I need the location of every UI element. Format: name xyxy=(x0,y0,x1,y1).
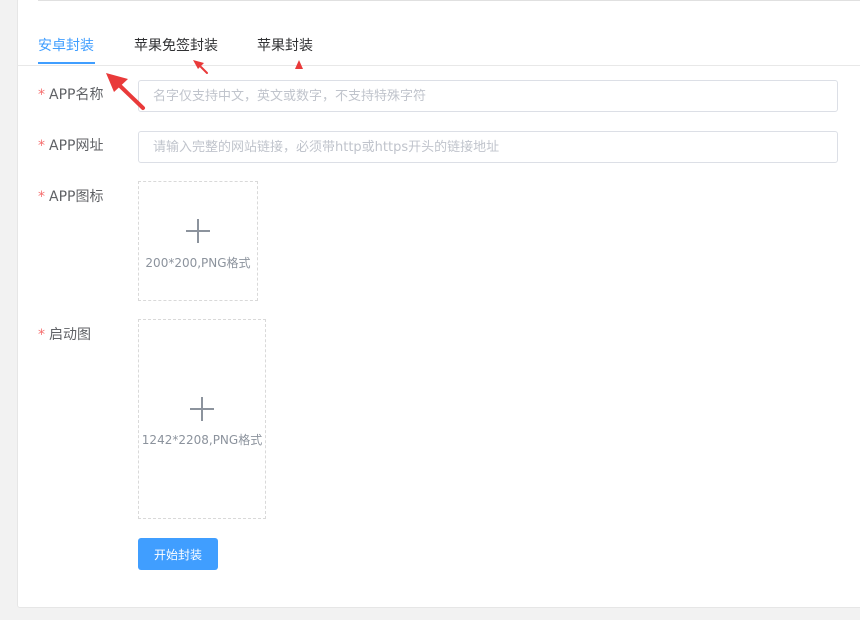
red-arrow-icon xyxy=(106,60,303,110)
